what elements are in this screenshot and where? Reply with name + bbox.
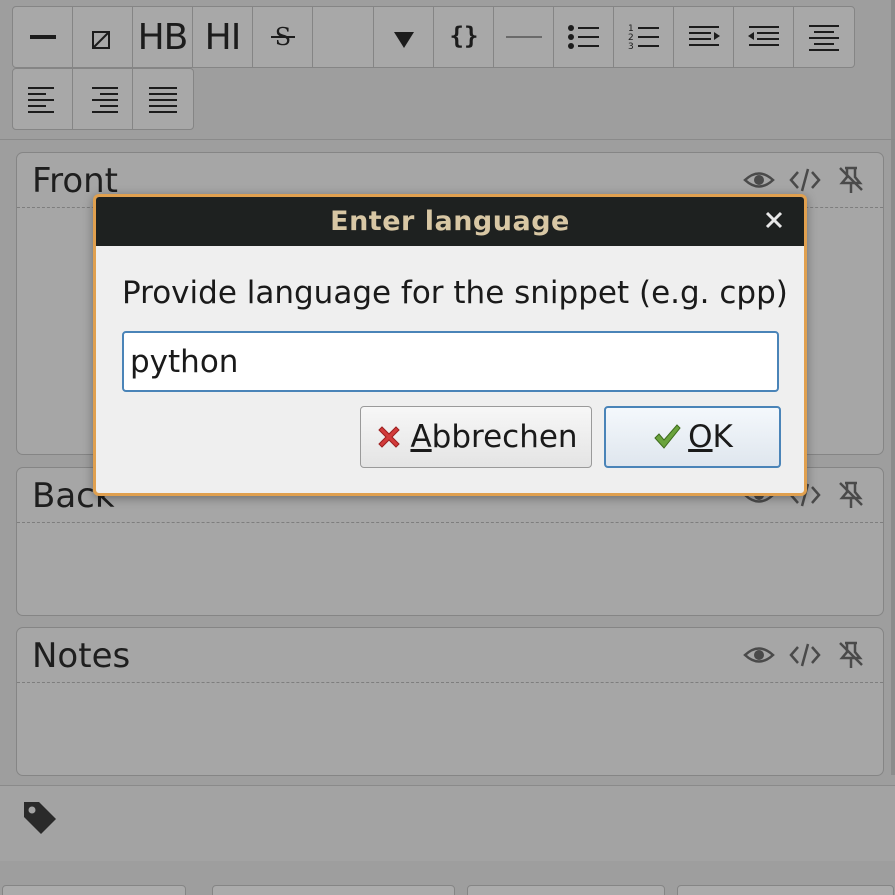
horizontal-line-icon[interactable] — [13, 7, 73, 67]
red-x-icon — [374, 422, 404, 452]
numbered-list-icon[interactable]: 123 — [614, 7, 674, 67]
field-notes-icons — [743, 640, 867, 670]
svg-text:{}: {} — [449, 22, 478, 50]
horizontal-rule-icon[interactable] — [494, 7, 554, 67]
cancel-button[interactable]: Abbrechen — [360, 406, 592, 468]
align-right-icon[interactable] — [73, 69, 133, 129]
eye-icon[interactable] — [743, 165, 775, 195]
ok-label: OK — [688, 419, 733, 455]
ok-mnemonic: O — [688, 419, 713, 455]
green-check-icon — [652, 422, 682, 452]
indent-icon[interactable] — [674, 7, 734, 67]
ok-button[interactable]: OK — [604, 406, 781, 468]
outdent-icon[interactable] — [734, 7, 794, 67]
align-center-icon[interactable] — [794, 7, 854, 67]
close-icon — [765, 211, 783, 229]
empty-toolbar-slot[interactable] — [313, 7, 374, 67]
field-notes[interactable]: Notes — [16, 627, 884, 776]
dialog-title: Enter language — [330, 206, 570, 237]
heading-italic-button[interactable]: HI — [193, 7, 253, 67]
tag-icon — [22, 800, 58, 836]
formatting-toolbar-row-1: HB HI S {} 123 — [12, 6, 855, 68]
code-icon[interactable] — [789, 640, 821, 670]
code-braces-icon[interactable]: {} — [434, 7, 494, 67]
svg-text:3: 3 — [628, 42, 634, 52]
bottom-button-3[interactable] — [467, 885, 665, 895]
field-notes-label: Notes — [32, 636, 131, 676]
code-icon[interactable] — [789, 165, 821, 195]
clear-format-icon[interactable] — [73, 7, 133, 67]
justify-icon[interactable] — [133, 69, 193, 129]
tags-bar[interactable] — [0, 785, 895, 861]
close-button[interactable] — [762, 209, 786, 233]
dropdown-arrow-icon[interactable] — [374, 7, 434, 67]
bullet-list-icon[interactable] — [554, 7, 614, 67]
field-front-icons — [743, 165, 867, 195]
toolbar-separator — [0, 139, 895, 140]
scrollbar[interactable] — [891, 0, 895, 775]
pin-icon[interactable] — [835, 480, 867, 510]
heading-bold-button[interactable]: HB — [133, 7, 193, 67]
field-notes-header: Notes — [17, 628, 883, 683]
hb-label: HB — [137, 16, 189, 58]
cancel-label-rest: bbrechen — [431, 419, 578, 455]
bottom-button-2[interactable] — [212, 885, 455, 895]
ok-label-rest: K — [712, 419, 733, 455]
cancel-mnemonic: A — [410, 419, 432, 455]
bottom-button-1[interactable] — [2, 885, 186, 895]
dialog-titlebar[interactable]: Enter language — [96, 197, 804, 246]
strikethrough-icon[interactable]: S — [253, 7, 313, 67]
enter-language-dialog: Enter language Provide language for the … — [93, 194, 807, 496]
cancel-label: Abbrechen — [410, 419, 577, 455]
dialog-prompt: Provide language for the snippet (e.g. c… — [122, 275, 788, 311]
eye-icon[interactable] — [743, 640, 775, 670]
align-left-icon[interactable] — [13, 69, 73, 129]
hi-label: HI — [204, 16, 242, 58]
formatting-toolbar-row-2 — [12, 68, 194, 130]
pin-icon[interactable] — [835, 640, 867, 670]
pin-icon[interactable] — [835, 165, 867, 195]
language-input[interactable] — [122, 331, 779, 392]
bottom-button-4[interactable] — [677, 885, 894, 895]
